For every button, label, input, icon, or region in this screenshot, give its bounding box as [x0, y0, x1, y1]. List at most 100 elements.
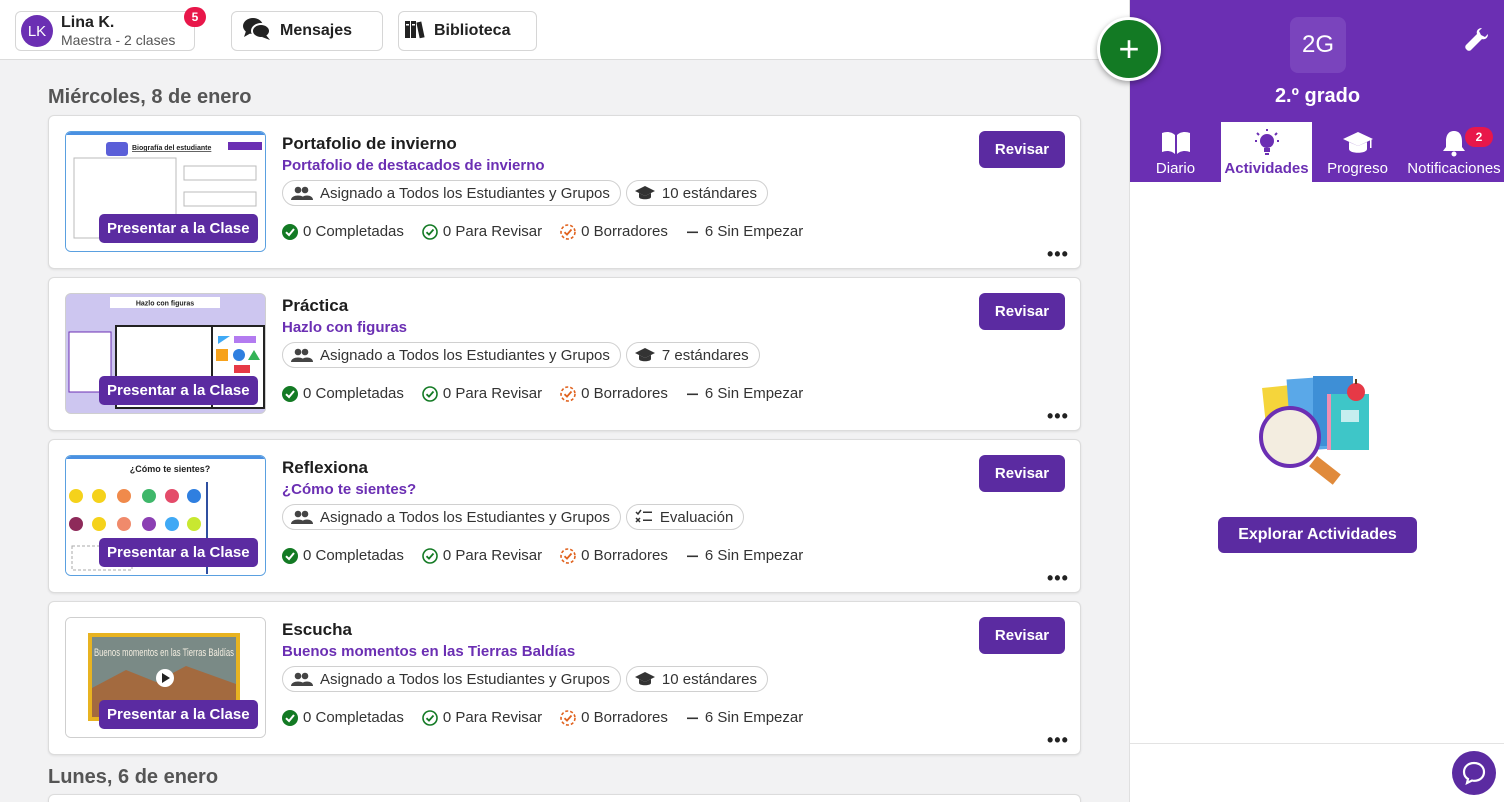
more-options-icon[interactable]: •••: [1047, 730, 1069, 751]
stat-completed: 0 Completadas: [282, 547, 404, 564]
people-icon: [291, 348, 313, 362]
assigned-chip[interactable]: Asignado a Todos los Estudiantes y Grupo…: [282, 342, 621, 368]
activity-card: Hazlo con figuras Presentar a la Clase P…: [48, 277, 1081, 431]
draft-icon: [560, 547, 576, 564]
book-icon: [1160, 128, 1192, 158]
graduation-cap-icon: [634, 186, 655, 200]
check-outline-icon: [422, 385, 438, 402]
add-button[interactable]: +: [1097, 17, 1161, 81]
standards-label: 10 estándares: [661, 670, 757, 688]
class-code[interactable]: 2G: [1290, 17, 1346, 73]
review-button[interactable]: Revisar: [979, 617, 1065, 654]
library-button[interactable]: Biblioteca: [398, 11, 537, 51]
assessment-chip[interactable]: Evaluación: [625, 504, 745, 530]
class-panel: 2G 2.º grado Diario Actividades Progreso…: [1129, 0, 1504, 802]
dash-icon: [686, 717, 698, 719]
activities-illustration: [1255, 372, 1380, 492]
lightbulb-icon: [1252, 128, 1282, 158]
present-to-class-button[interactable]: Presentar a la Clase: [99, 376, 258, 405]
stat-completed: 0 Completadas: [282, 223, 404, 240]
review-button[interactable]: Revisar: [979, 131, 1065, 168]
profile-button[interactable]: LK Lina K. Maestra - 2 clases 5: [15, 7, 206, 51]
check-outline-icon: [422, 223, 438, 240]
thumbnail-title: Buenos momentos en las Tierras Baldías: [94, 647, 234, 659]
stat-to-review: 0 Para Revisar: [422, 547, 542, 564]
dash-icon: [686, 231, 698, 233]
messages-button[interactable]: Mensajes: [231, 11, 383, 51]
assigned-chip[interactable]: Asignado a Todos los Estudiantes y Grupo…: [282, 504, 621, 530]
check-filled-icon: [282, 223, 298, 240]
assessment-label: Evaluación: [659, 508, 734, 526]
check-filled-icon: [282, 385, 298, 402]
library-label: Biblioteca: [434, 22, 511, 39]
panel-divider: [1130, 743, 1504, 744]
standards-label: 7 estándares: [661, 346, 749, 364]
activity-subtitle[interactable]: ¿Cómo te sientes?: [282, 481, 416, 498]
tab-diario[interactable]: Diario: [1130, 122, 1221, 182]
graduation-cap-icon: [634, 672, 655, 686]
stat-to-review: 0 Para Revisar: [422, 385, 542, 402]
check-filled-icon: [282, 709, 298, 726]
chat-bubble-icon: [1462, 761, 1486, 785]
chat-bubbles-icon: [242, 16, 272, 47]
checklist-icon: [635, 509, 652, 523]
assigned-chip[interactable]: Asignado a Todos los Estudiantes y Grupo…: [282, 666, 621, 692]
people-icon: [291, 510, 313, 524]
people-icon: [291, 672, 313, 686]
present-to-class-button[interactable]: Presentar a la Clase: [99, 700, 258, 729]
books-icon: [404, 19, 426, 44]
activity-thumbnail[interactable]: Buenos momentos en las Tierras Baldías P…: [65, 617, 266, 738]
assigned-label: Asignado a Todos los Estudiantes y Grupo…: [320, 184, 610, 202]
draft-icon: [560, 385, 576, 402]
avatar: LK: [21, 15, 53, 47]
wrench-icon[interactable]: [1464, 26, 1490, 57]
review-button[interactable]: Revisar: [979, 455, 1065, 492]
standards-chip[interactable]: 10 estándares: [625, 666, 768, 692]
tab-notificaciones[interactable]: Notificaciones 2: [1403, 122, 1504, 182]
assigned-chip[interactable]: Asignado a Todos los Estudiantes y Grupo…: [282, 180, 621, 206]
stat-drafts: 0 Borradores: [560, 709, 668, 726]
notifications-badge: 2: [1465, 127, 1493, 147]
activity-thumbnail[interactable]: Hazlo con figuras Presentar a la Clase: [65, 293, 266, 414]
standards-chip[interactable]: 7 estándares: [625, 342, 760, 368]
check-outline-icon: [422, 547, 438, 564]
messages-label: Mensajes: [280, 22, 353, 39]
activity-subtitle[interactable]: Hazlo con figuras: [282, 319, 407, 336]
more-options-icon[interactable]: •••: [1047, 406, 1069, 427]
review-button[interactable]: Revisar: [979, 293, 1065, 330]
thumbnail-title: Hazlo con figuras: [136, 301, 194, 308]
stat-not-started: 6 Sin Empezar: [686, 385, 803, 402]
draft-icon: [560, 709, 576, 726]
dash-icon: [686, 555, 698, 557]
activity-thumbnail[interactable]: ¿Cómo te sientes? Presentar a la Clase: [65, 455, 266, 576]
assigned-label: Asignado a Todos los Estudiantes y Grupo…: [320, 670, 610, 688]
activity-feed[interactable]: Miércoles, 8 de enero Biografía del estu…: [0, 61, 1129, 802]
standards-chip[interactable]: 10 estándares: [625, 180, 768, 206]
stat-completed: 0 Completadas: [282, 385, 404, 402]
chat-button[interactable]: [1452, 751, 1496, 795]
tab-progreso[interactable]: Progreso: [1312, 122, 1403, 182]
activity-subtitle[interactable]: Portafolio de destacados de invierno: [282, 157, 545, 174]
tab-actividades[interactable]: Actividades: [1221, 122, 1312, 182]
date-heading: Lunes, 6 de enero: [48, 766, 219, 788]
stat-completed: 0 Completadas: [282, 709, 404, 726]
more-options-icon[interactable]: •••: [1047, 244, 1069, 265]
present-to-class-button[interactable]: Presentar a la Clase: [99, 538, 258, 567]
top-bar: LK Lina K. Maestra - 2 clases 5 Mensajes…: [0, 0, 1129, 60]
explore-activities-button[interactable]: Explorar Actividades: [1218, 517, 1417, 553]
activity-subtitle[interactable]: Buenos momentos en las Tierras Baldías: [282, 643, 575, 660]
more-options-icon[interactable]: •••: [1047, 568, 1069, 589]
activity-card: ¿Cómo te sientes? Presentar a la Clase R…: [48, 439, 1081, 593]
activity-thumbnail[interactable]: Biografía del estudiante Presentar a la …: [65, 131, 266, 252]
graduation-cap-icon: [1342, 128, 1374, 158]
people-icon: [291, 186, 313, 200]
stat-not-started: 6 Sin Empezar: [686, 709, 803, 726]
activity-title: Reflexiona: [282, 458, 368, 477]
stat-to-review: 0 Para Revisar: [422, 709, 542, 726]
assigned-label: Asignado a Todos los Estudiantes y Grupo…: [320, 346, 610, 364]
date-heading: Miércoles, 8 de enero: [48, 86, 252, 108]
activity-card: [48, 794, 1081, 802]
stat-not-started: 6 Sin Empezar: [686, 547, 803, 564]
present-to-class-button[interactable]: Presentar a la Clase: [99, 214, 258, 243]
notification-badge: 5: [184, 7, 206, 27]
